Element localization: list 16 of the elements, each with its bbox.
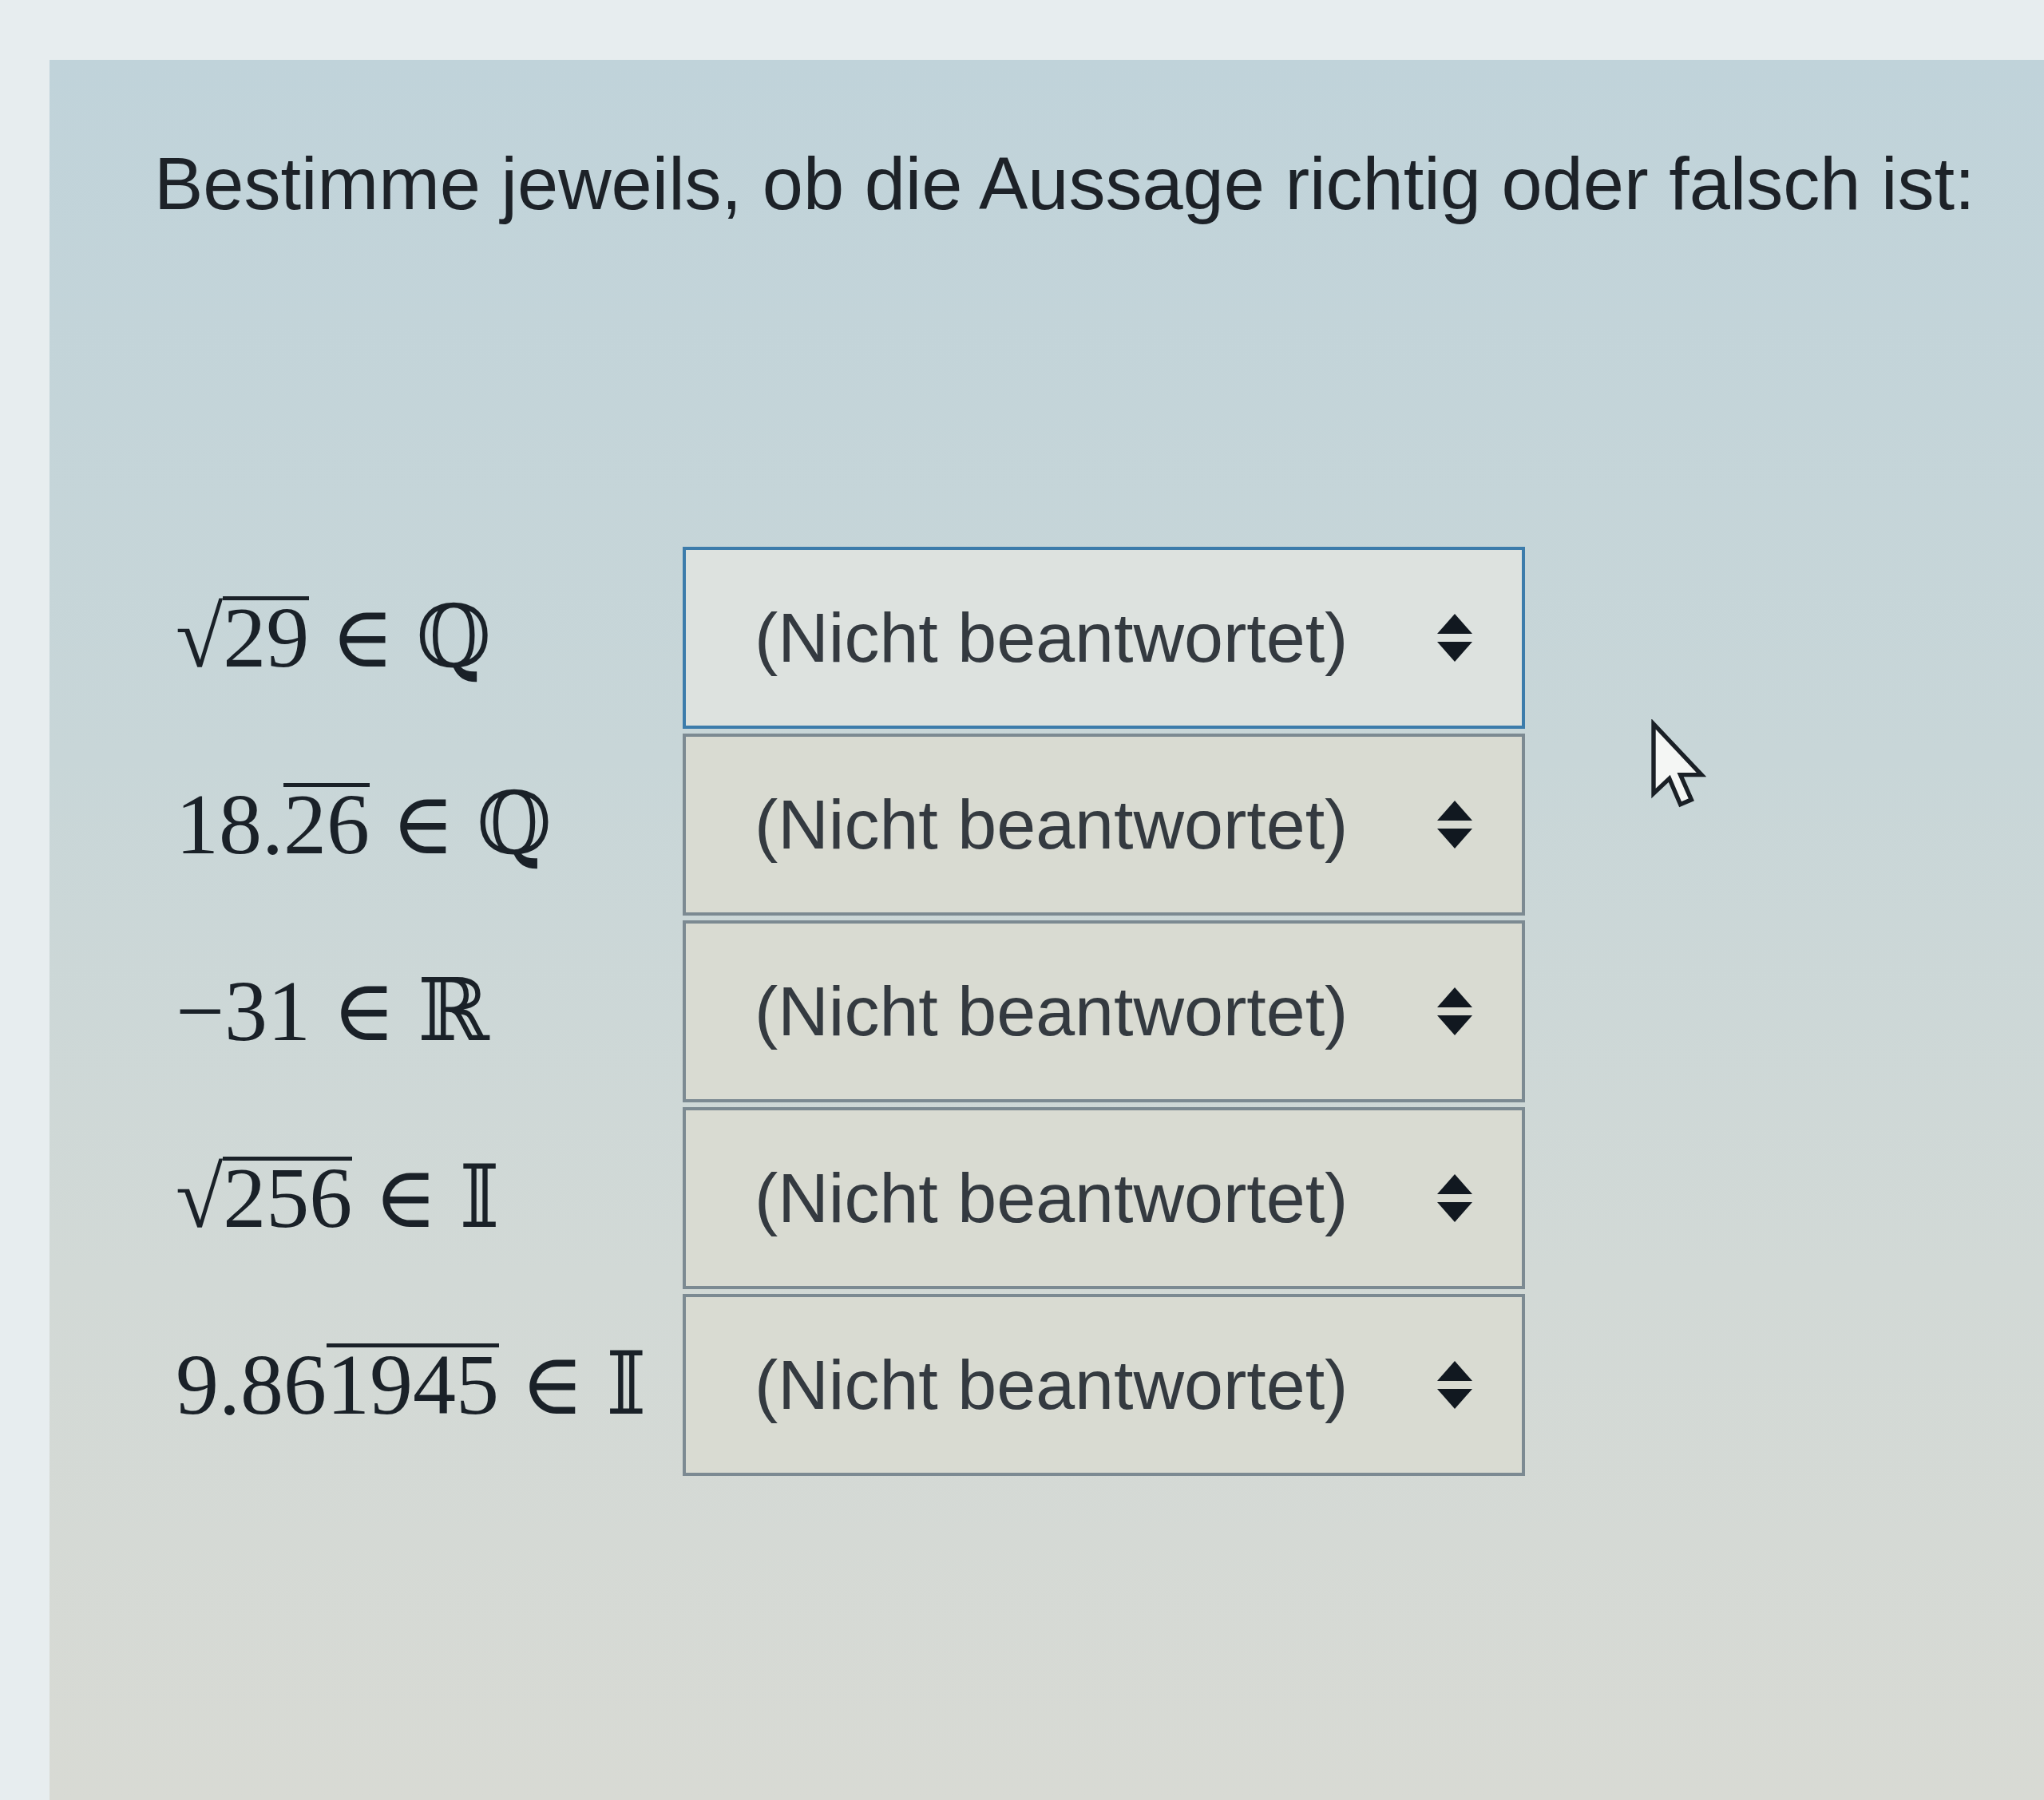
answer-dropdown[interactable]: (Nicht beantwortet) (683, 1294, 1525, 1477)
up-down-arrow-icon (1437, 1361, 1472, 1410)
math-statement: −31 ∈ ℝ (176, 963, 489, 1061)
math-statement: 9.861945 ∈ 𝕀 (176, 1336, 647, 1434)
up-down-arrow-icon (1437, 614, 1472, 663)
up-down-arrow-icon (1437, 801, 1472, 849)
up-down-arrow-icon (1437, 987, 1472, 1036)
math-statement: √29 ∈ ℚ (176, 589, 492, 687)
math-statement: 18.26 ∈ ℚ (176, 776, 553, 874)
question-text: Bestimme jeweils, ob die Aussage richtig oder falsch ist: (154, 142, 1975, 226)
answer-dropdown[interactable]: (Nicht beantwortet) (683, 547, 1525, 730)
answer-dropdown[interactable]: (Nicht beantwortet) (683, 920, 1525, 1103)
up-down-arrow-icon (1437, 1174, 1472, 1223)
math-statement: √256 ∈ 𝕀 (176, 1149, 500, 1248)
answer-dropdown[interactable]: (Nicht beantwortet) (683, 734, 1525, 916)
answer-dropdown[interactable]: (Nicht beantwortet) (683, 1107, 1525, 1290)
